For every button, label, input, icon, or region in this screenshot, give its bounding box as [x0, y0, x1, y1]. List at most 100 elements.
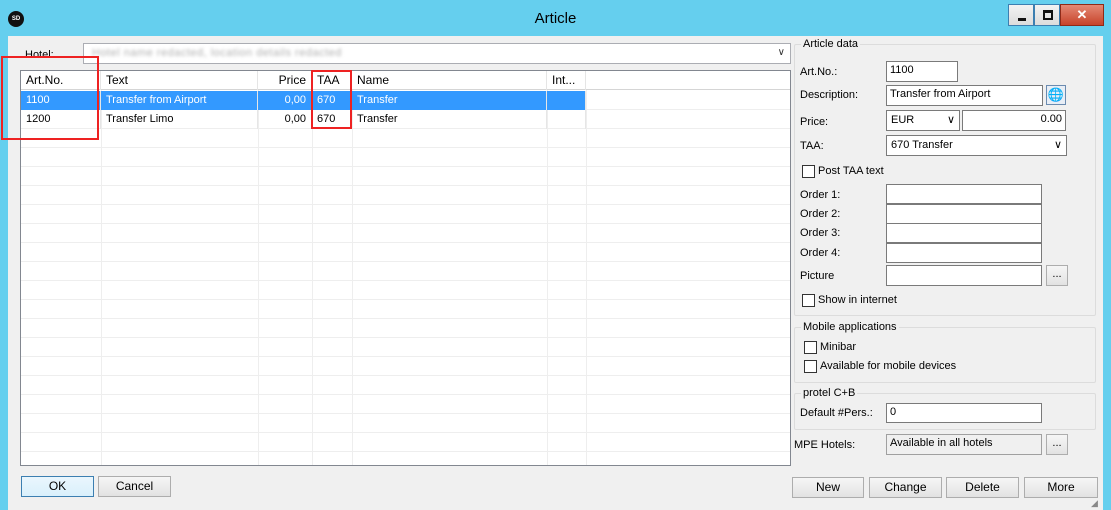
column-header-text[interactable]: Text — [101, 71, 258, 90]
grid-row-line — [21, 318, 790, 319]
cell-art-no: 1200 — [21, 110, 101, 129]
hotel-value: Hotel name redacted, location details re… — [92, 47, 342, 59]
cell-price: 0,00 — [258, 91, 312, 110]
close-icon: ✕ — [1076, 7, 1088, 22]
minibar-label: Minibar — [820, 341, 857, 353]
group-title: Mobile applications — [801, 321, 899, 333]
picture-browse-button[interactable]: ... — [1046, 265, 1068, 286]
mpe-hotels-label: MPE Hotels: — [794, 439, 856, 451]
cell-price: 0,00 — [258, 110, 312, 129]
title-bar[interactable]: SD Article ✕ — [0, 0, 1111, 36]
taa-select[interactable]: 670 Transfer ∨ — [886, 135, 1067, 156]
maximize-icon — [1043, 10, 1053, 20]
default-pers-label: Default #Pers.: — [800, 407, 873, 419]
window-title: Article — [534, 10, 577, 27]
order3-label: Order 3: — [800, 227, 841, 239]
minimize-icon — [1018, 18, 1026, 21]
art-no-label: Art.No.: — [800, 66, 838, 78]
price-label: Price: — [800, 116, 829, 128]
cell-taa: 670 — [312, 91, 352, 110]
mobile-devices-label: Available for mobile devices — [820, 360, 957, 372]
grid-row-line — [21, 451, 790, 452]
column-header-name[interactable]: Name — [352, 71, 547, 90]
dialog-body: Hotel: Hotel name redacted, location det… — [1, 36, 1103, 510]
new-button[interactable]: New — [792, 477, 864, 498]
taa-label: TAA: — [800, 140, 824, 152]
chevron-down-icon: ∨ — [777, 47, 785, 58]
column-header-int[interactable]: Int... — [547, 71, 586, 90]
column-header-art-no[interactable]: Art.No. — [21, 71, 101, 90]
ok-button[interactable]: OK — [21, 476, 94, 497]
chevron-down-icon: ∨ — [946, 114, 955, 126]
grid-row-line — [21, 375, 790, 376]
hotel-dropdown[interactable]: Hotel name redacted, location details re… — [83, 43, 791, 64]
description-label: Description: — [800, 89, 859, 101]
minibar-checkbox[interactable] — [804, 341, 817, 354]
cell-art-no: 1100 — [21, 91, 101, 110]
grid-row-line — [21, 242, 790, 243]
table-row[interactable]: 1100 Transfer from Airport 0,00 670 Tran… — [21, 91, 586, 110]
column-header-taa[interactable]: TAA — [312, 71, 352, 90]
order4-field[interactable] — [886, 243, 1042, 263]
cell-name: Transfer — [352, 91, 547, 110]
group-title: protel C+B — [801, 387, 858, 399]
more-button[interactable]: More — [1024, 477, 1098, 498]
article-grid[interactable]: Art.No. Text Price TAA Name Int... 1100 … — [20, 70, 791, 466]
mobile-devices-checkbox[interactable] — [804, 360, 817, 373]
grid-row-line — [21, 394, 790, 395]
grid-row-line — [21, 280, 790, 281]
cell-int — [547, 110, 586, 129]
order3-field[interactable] — [886, 223, 1042, 243]
grid-row-line — [21, 261, 790, 262]
order2-label: Order 2: — [800, 208, 841, 220]
currency-select[interactable]: EUR ∨ — [886, 110, 960, 131]
currency-value: EUR — [891, 114, 915, 126]
post-taa-label: Post TAA text — [818, 165, 884, 177]
column-header-price[interactable]: Price — [258, 71, 312, 90]
post-taa-checkbox[interactable] — [802, 165, 815, 178]
grid-row-line — [21, 432, 790, 433]
chevron-down-icon: ∨ — [1053, 139, 1062, 151]
cell-text: Transfer from Airport — [101, 91, 258, 110]
show-internet-label: Show in internet — [818, 294, 897, 306]
grid-row-line — [21, 337, 790, 338]
price-field[interactable]: 0.00 — [962, 110, 1066, 131]
order2-field[interactable] — [886, 204, 1042, 224]
cancel-button[interactable]: Cancel — [98, 476, 171, 497]
grid-row-line — [21, 299, 790, 300]
show-internet-checkbox[interactable] — [802, 294, 815, 307]
grid-row-line — [21, 204, 790, 205]
art-no-field[interactable]: 1100 — [886, 61, 958, 82]
group-title: Article data — [801, 38, 861, 50]
change-button[interactable]: Change — [869, 477, 942, 498]
taa-value: 670 Transfer — [891, 139, 953, 151]
picture-field[interactable] — [886, 265, 1042, 286]
description-field[interactable]: Transfer from Airport — [886, 85, 1043, 106]
cell-name: Transfer — [352, 110, 547, 129]
grid-row-line — [21, 223, 790, 224]
order4-label: Order 4: — [800, 247, 841, 259]
table-row[interactable]: 1200 Transfer Limo 0,00 670 Transfer — [21, 110, 586, 129]
mobile-applications-group: Mobile applications — [794, 321, 1096, 383]
maximize-button[interactable] — [1034, 4, 1060, 26]
hotel-label: Hotel: — [25, 49, 54, 61]
mpe-hotels-browse-button[interactable]: ... — [1046, 434, 1068, 455]
grid-row-line — [21, 356, 790, 357]
resize-grip-icon[interactable]: ◢ — [1091, 498, 1101, 508]
delete-button[interactable]: Delete — [946, 477, 1019, 498]
annotation-line — [70, 56, 96, 58]
order1-field[interactable] — [886, 184, 1042, 204]
cell-taa: 670 — [312, 110, 352, 129]
close-button[interactable]: ✕ — [1060, 4, 1104, 26]
grid-row-line — [21, 166, 790, 167]
minimize-button[interactable] — [1008, 4, 1034, 26]
default-pers-field[interactable]: 0 — [886, 403, 1042, 423]
globe-icon[interactable]: 🌐 — [1046, 85, 1066, 105]
order1-label: Order 1: — [800, 189, 841, 201]
cell-int — [547, 91, 586, 110]
mpe-hotels-field[interactable]: Available in all hotels — [886, 434, 1042, 455]
grid-header: Art.No. Text Price TAA Name Int... — [21, 71, 790, 90]
grid-row-line — [21, 147, 790, 148]
grid-row-line — [21, 413, 790, 414]
grid-row-line — [21, 185, 790, 186]
